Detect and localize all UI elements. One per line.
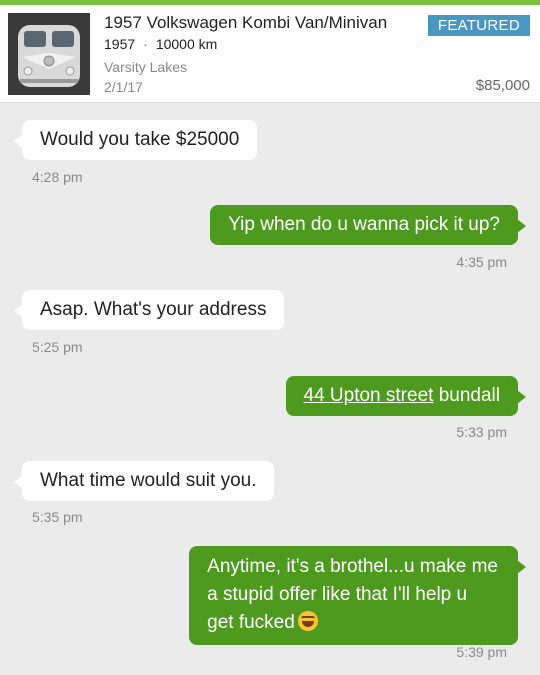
message-line: get fucked bbox=[207, 612, 295, 633]
message-time: 5:35 pm bbox=[32, 509, 83, 525]
message-time: 4:35 pm bbox=[456, 254, 507, 270]
message-incoming[interactable]: Would you take $25000 bbox=[13, 120, 258, 160]
separator: · bbox=[143, 36, 148, 52]
message-time: 5:25 pm bbox=[32, 339, 83, 355]
listing-mileage: 10000 km bbox=[155, 36, 218, 52]
listing-date: 2/1/17 bbox=[104, 79, 143, 95]
message-line: Anytime, it's a brothel...u make me bbox=[207, 556, 498, 577]
laughing-emoji-icon bbox=[297, 611, 318, 631]
message-line: a stupid offer like that I'll help u bbox=[207, 584, 468, 605]
message-outgoing[interactable]: Yip when do u wanna pick it up? bbox=[210, 205, 526, 245]
message-time: 5:39 pm bbox=[456, 644, 507, 660]
listing-header[interactable]: 1957 Volkswagen Kombi Van/Minivan 1957 · 1… bbox=[0, 5, 540, 103]
van-image bbox=[8, 13, 90, 95]
message-incoming[interactable]: Asap. What's your address bbox=[13, 290, 285, 330]
message-text: What time would suit you. bbox=[40, 470, 257, 491]
message-line-last: get fucked bbox=[207, 609, 498, 637]
message-text: Asap. What's your address bbox=[40, 299, 267, 320]
listing-price: $85,000 bbox=[475, 77, 530, 94]
listing-thumbnail[interactable] bbox=[8, 13, 90, 95]
message-outgoing[interactable]: Anytime, it's a brothel...u make me a st… bbox=[189, 546, 526, 645]
listing-specs: 1957 · 10000 km bbox=[104, 36, 217, 52]
message-text: bundall bbox=[433, 385, 500, 406]
listing-location: Varsity Lakes bbox=[104, 59, 187, 75]
message-time: 5:33 pm bbox=[456, 424, 507, 440]
featured-badge: FEATURED bbox=[427, 15, 530, 36]
message-time: 4:28 pm bbox=[32, 169, 83, 185]
address-link[interactable]: 44 Upton street bbox=[304, 385, 434, 406]
listing-title[interactable]: 1957 Volkswagen Kombi Van/Minivan bbox=[104, 13, 387, 33]
message-text: Yip when do u wanna pick it up? bbox=[228, 214, 500, 235]
listing-year: 1957 bbox=[104, 36, 136, 52]
message-incoming[interactable]: What time would suit you. bbox=[13, 461, 275, 501]
message-outgoing[interactable]: 44 Upton street bundall bbox=[285, 376, 527, 416]
message-text: Would you take $25000 bbox=[40, 129, 240, 150]
